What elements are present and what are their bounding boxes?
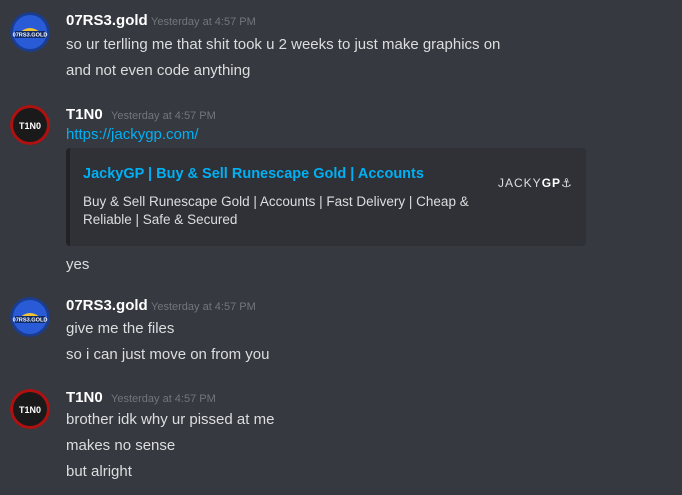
embed-title[interactable]: JackyGP | Buy & Sell Runescape Gold | Ac… xyxy=(83,166,424,182)
author-name[interactable]: T1N0 xyxy=(66,389,103,406)
timestamp: Yesterday at 4:57 PM xyxy=(111,110,216,122)
avatar[interactable]: T1N0 xyxy=(10,105,50,145)
timestamp: Yesterday at 4:57 PM xyxy=(151,16,256,28)
embed-thumbnail: JACKYGP⚓ xyxy=(498,176,573,190)
message-text: so i can just move on from you xyxy=(66,346,270,363)
anchor-icon: ⚓ xyxy=(561,176,573,190)
svg-text:07RS3.GOLD: 07RS3.GOLD xyxy=(13,33,48,39)
tino-avatar-icon: T1N0 xyxy=(10,105,50,145)
svg-text:T1N0: T1N0 xyxy=(19,405,41,415)
embed-description: Buy & Sell Runescape Gold | Accounts | F… xyxy=(83,194,469,227)
link-embed: JackyGP | Buy & Sell Runescape Gold | Ac… xyxy=(66,148,586,246)
rs3gold-avatar-icon: 07RS3.GOLD xyxy=(10,12,50,52)
svg-text:07RS3.GOLD: 07RS3.GOLD xyxy=(13,318,48,324)
message-text: yes xyxy=(66,256,90,273)
timestamp: Yesterday at 4:57 PM xyxy=(111,393,216,405)
logo-suffix: GP xyxy=(541,176,562,190)
message-text: but alright xyxy=(66,463,132,480)
avatar[interactable]: 07RS3.GOLD xyxy=(10,12,50,52)
message-text: brother idk why ur pissed at me xyxy=(66,411,275,428)
rs3gold-avatar-icon: 07RS3.GOLD xyxy=(10,297,50,337)
svg-text:T1N0: T1N0 xyxy=(19,121,41,131)
author-name[interactable]: T1N0 xyxy=(66,106,103,123)
timestamp: Yesterday at 4:57 PM xyxy=(151,301,256,313)
avatar[interactable]: T1N0 xyxy=(10,389,50,429)
message-text: give me the files xyxy=(66,320,175,337)
message-link[interactable]: https://jackygp.com/ xyxy=(66,126,199,143)
logo-prefix: JACKY xyxy=(498,176,542,190)
message-text: makes no sense xyxy=(66,437,176,454)
avatar[interactable]: 07RS3.GOLD xyxy=(10,297,50,337)
author-name[interactable]: 07RS3.gold xyxy=(66,297,148,314)
message-text: and not even code anything xyxy=(66,62,251,79)
message-text: so ur terlling me that shit took u 2 wee… xyxy=(66,36,501,53)
tino-avatar-icon: T1N0 xyxy=(10,389,50,429)
author-name[interactable]: 07RS3.gold xyxy=(66,12,148,29)
